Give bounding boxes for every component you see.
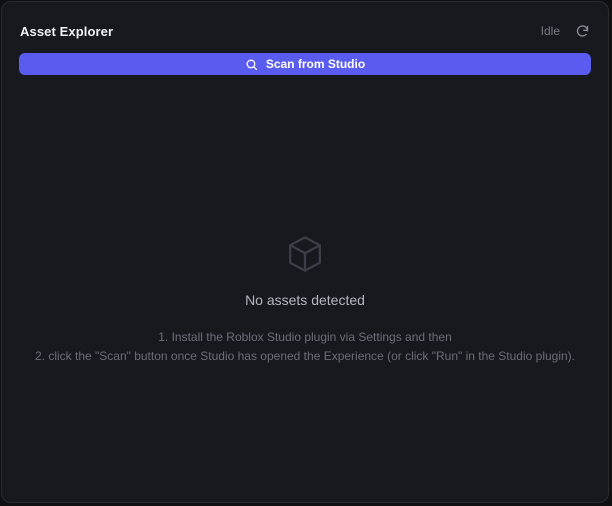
header-actions: Idle <box>541 23 590 39</box>
instruction-step-1: 1. Install the Roblox Studio plugin via … <box>158 330 452 344</box>
asset-explorer-panel: Asset Explorer Idle Scan from Studio No … <box>1 1 609 503</box>
empty-state-instructions: 1. Install the Roblox Studio plugin via … <box>35 328 575 366</box>
refresh-button[interactable] <box>574 23 590 39</box>
empty-state-title: No assets detected <box>245 292 365 308</box>
scan-button-label: Scan from Studio <box>265 57 366 71</box>
status-label: Idle <box>540 24 560 38</box>
empty-state: No assets detected 1. Install the Roblox… <box>2 232 608 366</box>
refresh-icon <box>576 24 588 37</box>
cube-icon <box>284 232 326 276</box>
panel-title: Asset Explorer <box>20 23 114 39</box>
search-icon <box>246 59 257 70</box>
scan-from-studio-button[interactable]: Scan from Studio <box>19 53 591 75</box>
panel-header: Asset Explorer Idle <box>20 20 590 42</box>
instruction-step-2: 2. click the "Scan" button once Studio h… <box>34 349 576 363</box>
